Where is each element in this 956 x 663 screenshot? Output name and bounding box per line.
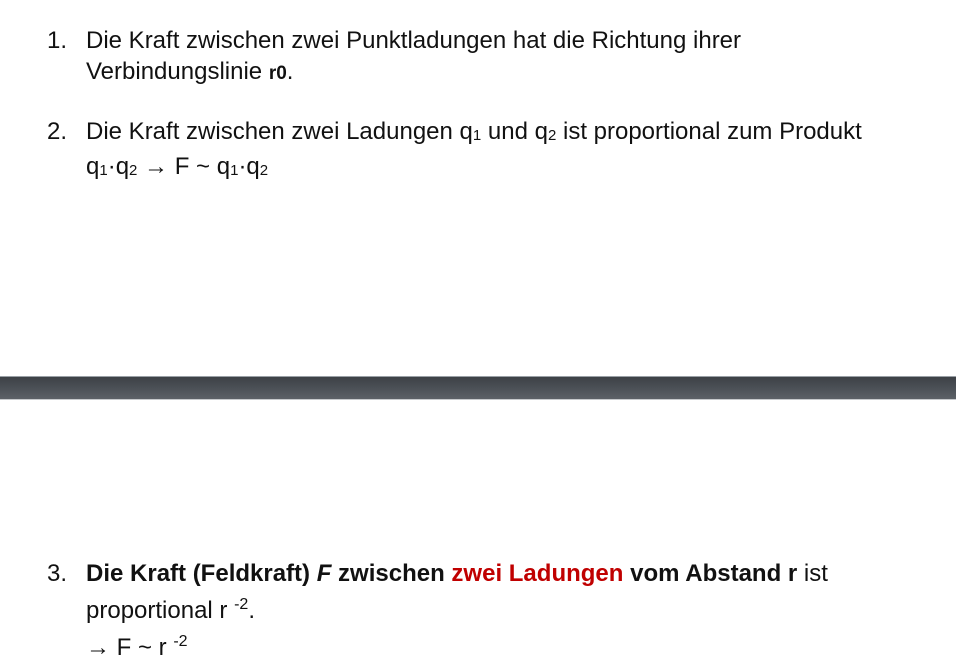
vector-r0: r0 <box>269 63 287 84</box>
text-segment: Verbindungslinie <box>86 58 269 85</box>
item-text: Die Kraft (Feldkraft) F zwischen zwei La… <box>86 558 948 663</box>
text-segment: vom Abstand r <box>623 560 798 587</box>
item-number: 3. <box>47 560 68 587</box>
item-line-1: Die Kraft zwischen zwei Punktladungen ha… <box>86 27 742 54</box>
item-line-3: → F ~ r -2 <box>86 626 948 663</box>
page-separator-edge <box>0 399 956 400</box>
subscript: 1 <box>99 162 108 179</box>
text-segment: ·q <box>107 153 130 180</box>
text-segment: ist <box>797 560 828 587</box>
text-segment: und q <box>481 118 548 145</box>
text-segment: . <box>286 58 294 85</box>
superscript: -2 <box>173 633 188 650</box>
item-line-2: q1·q2 → F ~ q1·q2 <box>86 151 948 186</box>
text-segment: zwischen <box>331 560 452 587</box>
text-segment: → F ~ q <box>137 153 231 180</box>
text-segment: q <box>86 153 100 180</box>
item-number: 2. <box>47 118 68 145</box>
text-segment: Die Kraft (Feldkraft) <box>86 560 317 587</box>
text-segment: Die Kraft zwischen zwei Ladungen q <box>86 118 473 145</box>
item-text: Die Kraft zwischen zwei Ladungen q1 und … <box>86 116 948 186</box>
item-line-2: Verbindungslinie r0. <box>86 56 948 89</box>
item-text: Die Kraft zwischen zwei Punktladungen ha… <box>86 25 948 89</box>
text-segment: ·q <box>238 153 260 180</box>
item-line-2: proportional r -2. <box>86 589 948 626</box>
subscript: 1 <box>472 127 482 144</box>
page-separator <box>0 377 956 399</box>
highlighted-text: zwei Ladungen <box>451 560 624 587</box>
text-segment: . <box>248 597 255 624</box>
item-line-1: Die Kraft (Feldkraft) F zwischen zwei La… <box>86 558 948 589</box>
force-symbol: F <box>316 560 332 587</box>
item-line-1: Die Kraft zwischen zwei Ladungen q1 und … <box>86 116 948 151</box>
text-segment: ist proportional zum Produkt <box>556 118 862 145</box>
text-segment: proportional r <box>86 597 235 624</box>
text-segment: → F ~ r <box>86 634 174 661</box>
item-number: 1. <box>47 27 68 54</box>
vector-subscript: 0 <box>276 63 287 84</box>
subscript: 2 <box>259 162 269 179</box>
superscript: -2 <box>234 596 249 613</box>
